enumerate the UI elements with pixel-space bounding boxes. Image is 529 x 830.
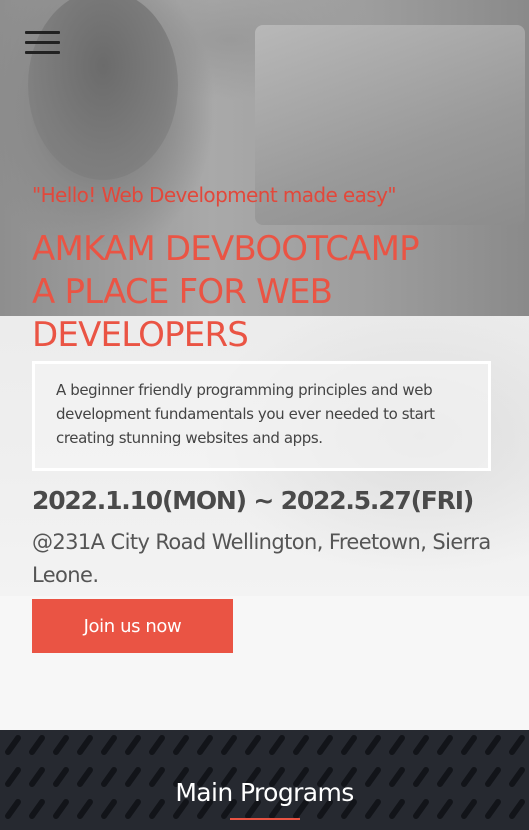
event-dates: 2022.1.10(MON) ~ 2022.5.27(FRI) <box>32 486 474 515</box>
hamburger-menu-icon[interactable] <box>25 31 60 56</box>
description-box: A beginner friendly programming principl… <box>32 361 491 471</box>
description-text: A beginner friendly programming principl… <box>56 381 435 447</box>
hero-section: "Hello! Web Development made easy" AMKAM… <box>0 0 529 730</box>
hero-title: AMKAM DEVBOOTCAMP A PLACE FOR WEB DEVELO… <box>32 228 502 357</box>
join-us-button[interactable]: Join us now <box>32 599 233 653</box>
hero-title-line: A PLACE FOR WEB <box>32 272 333 312</box>
hero-tagline: "Hello! Web Development made easy" <box>32 183 397 207</box>
title-underline <box>230 818 300 820</box>
hero-title-line: DEVELOPERS <box>32 315 249 355</box>
hero-title-line: AMKAM DEVBOOTCAMP <box>32 229 420 269</box>
event-address: @231A City Road Wellington, Freetown, Si… <box>32 530 491 587</box>
person-image <box>28 0 178 180</box>
section-title: Main Programs <box>175 778 354 807</box>
